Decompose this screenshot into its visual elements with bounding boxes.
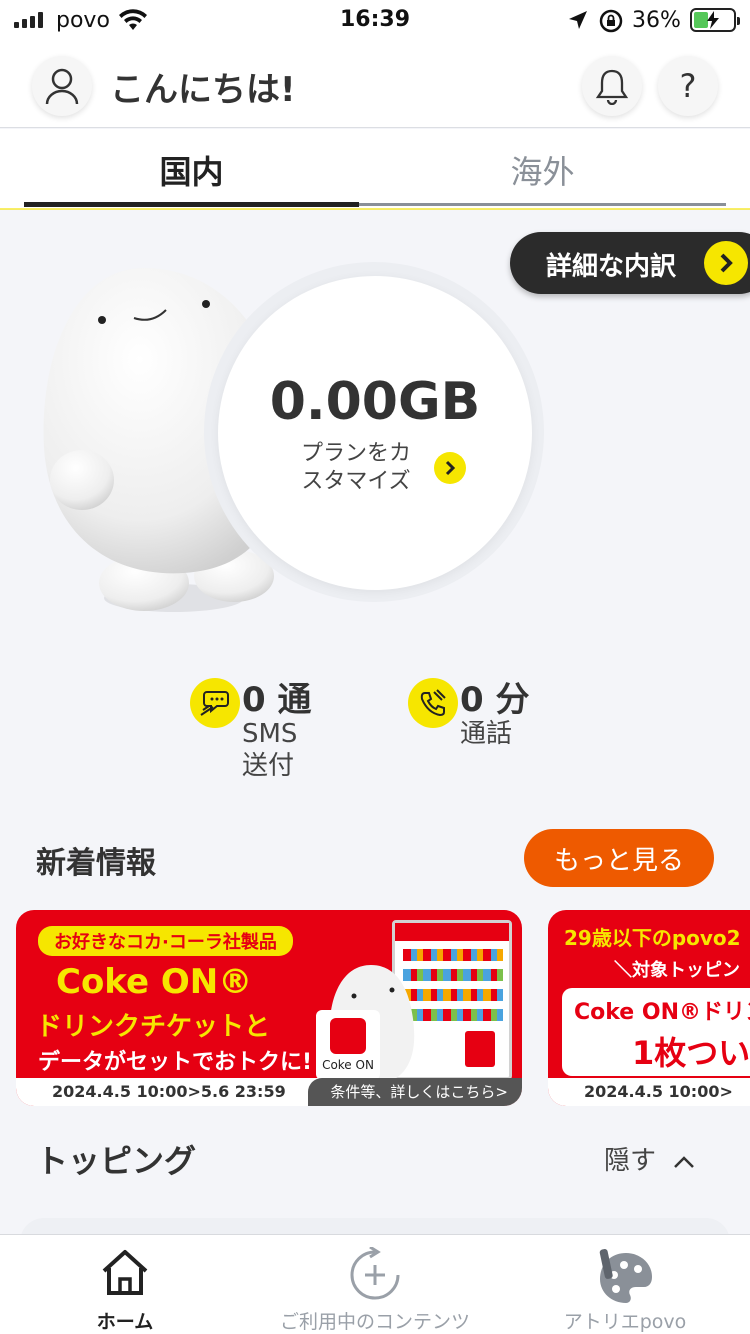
see-more-button[interactable]: もっと見る [524,829,714,887]
rotation-lock-icon [598,8,624,38]
banner-terms-link[interactable]: 条件等、詳しくはこちら> [308,1078,522,1106]
banner2-box: Coke ON®ドリン 1枚ついて [562,988,750,1076]
topping-section-title: トッピング [36,1142,197,1180]
bell-icon [595,69,629,105]
nav-home-label: ホーム [96,1311,154,1333]
details-breakdown-button[interactable]: 詳細な内訳 [510,232,750,294]
customize-plan-label-line1: プランをカ [300,441,411,466]
data-remaining-value: 0.00GB [269,372,481,432]
povo-youth-banner[interactable]: 29歳以下のpovo2 ＼対象トッピン Coke ON®ドリン 1枚ついて 20… [548,910,750,1106]
sms-count: 0 通 [242,680,312,720]
data-remaining-card[interactable]: 0.00GB プランをカ スタマイズ [218,276,532,590]
nav-contents-label: ご利用中のコンテンツ [279,1311,470,1333]
banner2-date: 2024.4.5 10:00> [548,1078,750,1106]
banner-line1: ドリンクチケットと [36,1012,271,1042]
app-header: こんにちは! ? [0,44,750,128]
phone-icon [408,678,458,728]
refresh-plus-icon [350,1247,400,1300]
help-button[interactable]: ? [658,56,718,116]
news-section-title: 新着情報 [36,846,156,881]
chevron-right-icon [704,241,748,285]
banner-headline: Coke ON® [56,962,253,1002]
coke-on-banner[interactable]: お好きなコカ·コーラ社製品 Coke ON® ドリンクチケットと データがセット… [16,910,522,1106]
call-label: 通話 [460,719,513,749]
profile-button[interactable] [32,56,92,116]
tab-indicator-inactive [359,203,726,206]
nav-contents[interactable]: ご利用中のコンテンツ [270,1235,480,1334]
tab-domestic[interactable]: 国内 [24,147,359,193]
tab-overseas[interactable]: 海外 [359,147,726,193]
sms-icon [190,678,240,728]
topping-hide-toggle[interactable]: 隠す [604,1140,696,1177]
greeting-text: こんにちは! [110,70,296,110]
chevron-up-icon [674,1155,695,1168]
chevron-right-icon[interactable] [434,452,466,484]
customize-plan-link[interactable]: プランをカ スタマイズ [296,440,416,496]
banner2-sub: ＼対象トッピン [614,960,740,981]
tab-indicator-active [24,202,359,207]
palette-icon [599,1249,652,1303]
region-tabs: 国内 海外 [0,129,750,210]
status-bar: povo 16:39 36% [0,0,750,44]
nav-atelier-label: アトリエpovo [563,1311,687,1333]
location-arrow-icon [568,10,588,34]
battery-charging-icon [690,8,740,32]
banner2-tag: 29歳以下のpovo2 [564,926,741,950]
coke-on-logo-card: Coke ON [316,1010,380,1080]
nav-atelier[interactable]: アトリエpovo [540,1235,710,1334]
user-icon [45,68,79,105]
bottom-navigation: ホーム ご利用中のコンテンツ アトリエpovo [0,1234,750,1334]
banner-tag: お好きなコカ·コーラ社製品 [38,926,293,956]
sms-label: SMS 送付 [242,719,298,781]
home-icon [102,1250,148,1295]
hide-toggle-label: 隠す [604,1146,657,1176]
tab-divider [0,208,750,210]
call-minutes: 0 分 [460,680,530,720]
nav-home[interactable]: ホーム [60,1235,190,1334]
battery-percent: 36% [632,8,681,33]
details-breakdown-label: 詳細な内訳 [546,252,677,282]
question-icon: ? [679,67,697,105]
customize-plan-label-line2: スタマイズ [301,469,411,494]
notifications-button[interactable] [582,56,642,116]
banner-line2: データがセットでおトクに! [38,1050,313,1075]
